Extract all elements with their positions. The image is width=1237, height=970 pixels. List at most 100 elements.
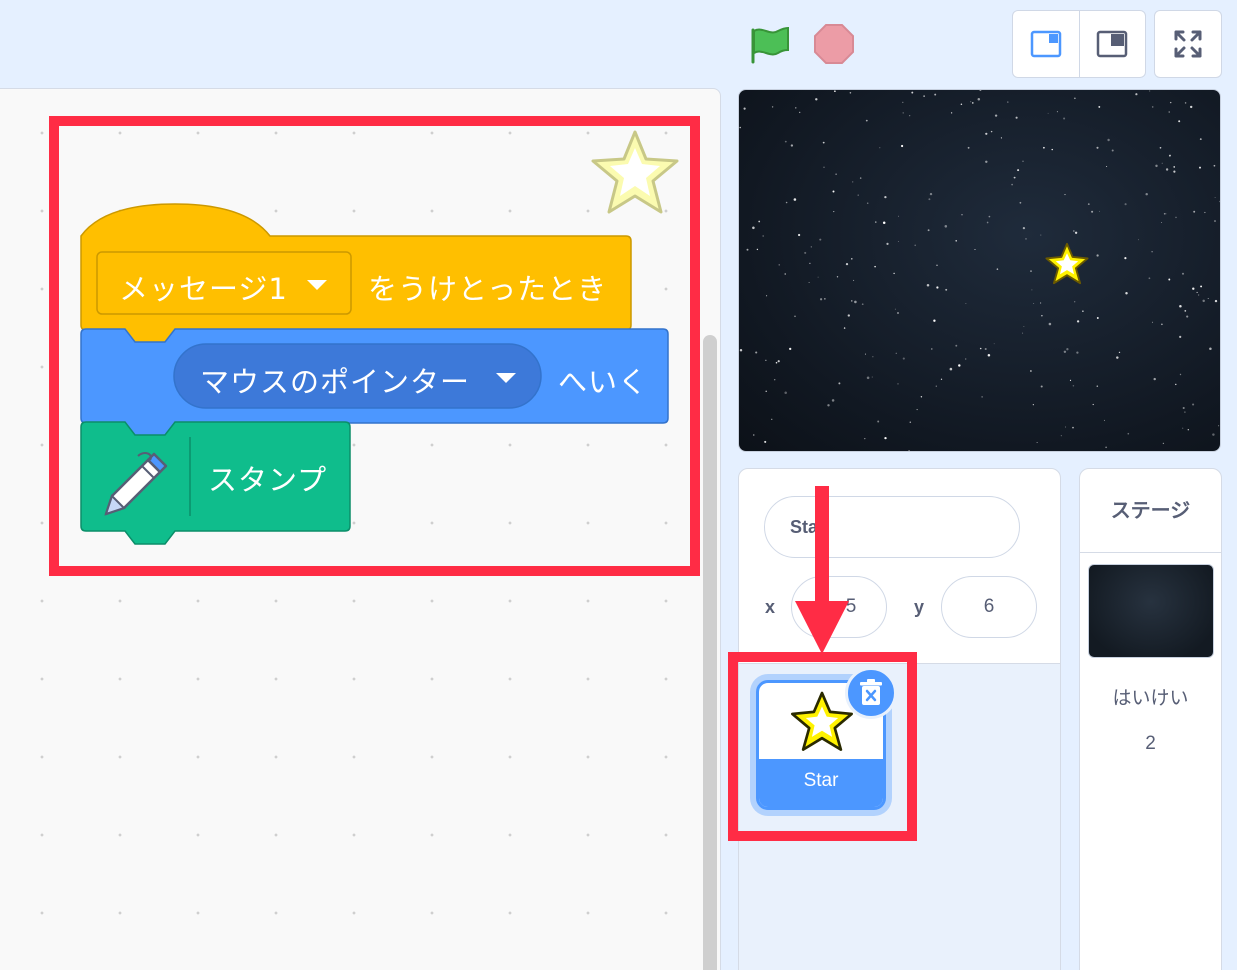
background-star bbox=[857, 194, 859, 196]
background-star bbox=[1173, 166, 1176, 168]
background-star bbox=[979, 347, 982, 350]
background-star bbox=[986, 221, 989, 224]
background-star bbox=[833, 211, 835, 213]
background-star bbox=[810, 246, 812, 248]
stage-star-sprite[interactable] bbox=[1044, 242, 1090, 286]
background-star bbox=[916, 409, 918, 411]
background-star bbox=[961, 214, 963, 216]
background-star bbox=[1184, 102, 1187, 104]
stop-button[interactable] bbox=[812, 22, 856, 66]
starfield-background bbox=[739, 90, 1220, 451]
background-star bbox=[778, 264, 780, 266]
y-position-input[interactable]: 6 bbox=[941, 576, 1037, 638]
background-star bbox=[974, 249, 976, 250]
stage-selector-pane[interactable]: ステージ はいけい 2 bbox=[1079, 468, 1222, 970]
background-star bbox=[1202, 299, 1205, 303]
background-star bbox=[808, 282, 810, 283]
background-star bbox=[1212, 433, 1215, 436]
background-star bbox=[1207, 297, 1209, 300]
background-star bbox=[777, 360, 780, 363]
background-star bbox=[1041, 315, 1043, 317]
background-star bbox=[1022, 332, 1024, 334]
background-star bbox=[940, 378, 943, 380]
background-star bbox=[789, 347, 792, 351]
background-star bbox=[1213, 164, 1216, 167]
background-star bbox=[1064, 194, 1066, 196]
background-star bbox=[797, 233, 801, 237]
background-star bbox=[785, 201, 788, 204]
background-star bbox=[1060, 435, 1062, 437]
background-star bbox=[762, 235, 764, 237]
code-area-scrollbar[interactable] bbox=[703, 335, 717, 970]
stage-backdrop-thumbnail[interactable] bbox=[1088, 564, 1214, 658]
stage-canvas[interactable] bbox=[738, 89, 1221, 452]
background-star bbox=[911, 91, 914, 94]
background-star bbox=[1175, 216, 1177, 219]
background-star bbox=[886, 242, 889, 246]
y-position-value: 6 bbox=[983, 596, 995, 617]
background-star bbox=[1111, 149, 1114, 152]
background-star bbox=[1204, 211, 1206, 214]
background-star bbox=[1165, 213, 1167, 215]
background-star bbox=[764, 440, 767, 443]
background-star bbox=[1096, 385, 1099, 387]
background-star bbox=[1209, 347, 1212, 351]
background-star bbox=[988, 215, 991, 218]
background-star bbox=[1124, 203, 1127, 206]
background-star bbox=[784, 391, 787, 394]
background-star bbox=[1015, 116, 1018, 119]
background-star bbox=[824, 298, 826, 300]
background-star bbox=[981, 396, 983, 398]
background-star bbox=[972, 102, 974, 104]
background-star bbox=[847, 314, 850, 317]
background-star bbox=[822, 141, 825, 144]
background-star bbox=[1030, 270, 1032, 272]
fullscreen-button[interactable] bbox=[1154, 10, 1222, 78]
background-star bbox=[866, 376, 870, 380]
background-star bbox=[1192, 403, 1195, 406]
background-star bbox=[832, 190, 835, 193]
background-star bbox=[1173, 170, 1176, 173]
background-star bbox=[1153, 377, 1156, 381]
background-star bbox=[1116, 356, 1119, 359]
stage-size-toggle bbox=[1012, 10, 1146, 78]
small-stage-button[interactable] bbox=[1013, 11, 1079, 77]
background-star bbox=[1181, 272, 1185, 275]
green-flag-button[interactable] bbox=[748, 22, 792, 66]
backdrop-count: 2 bbox=[1145, 733, 1156, 754]
background-star bbox=[955, 344, 958, 347]
background-star bbox=[1066, 348, 1069, 351]
background-star bbox=[1168, 111, 1170, 113]
background-star bbox=[987, 354, 991, 357]
background-star bbox=[1033, 303, 1035, 305]
background-star bbox=[874, 265, 876, 268]
background-star bbox=[1161, 323, 1163, 326]
y-label: y bbox=[914, 597, 925, 617]
background-star bbox=[1040, 385, 1043, 388]
large-stage-button[interactable] bbox=[1078, 11, 1146, 77]
background-star bbox=[1030, 370, 1032, 372]
background-star bbox=[1192, 287, 1195, 290]
background-star bbox=[920, 396, 923, 398]
background-star bbox=[765, 359, 767, 361]
background-star bbox=[893, 272, 895, 275]
stage-pane-header: ステージ bbox=[1080, 469, 1221, 553]
background-star bbox=[752, 226, 755, 230]
background-star bbox=[817, 276, 819, 278]
background-star bbox=[1074, 301, 1076, 303]
background-star bbox=[1056, 111, 1058, 113]
background-star bbox=[895, 352, 897, 354]
background-star bbox=[765, 390, 767, 393]
background-star bbox=[1163, 213, 1165, 215]
background-star bbox=[1218, 425, 1220, 427]
background-star bbox=[849, 92, 852, 94]
background-star bbox=[875, 221, 877, 223]
background-star bbox=[1032, 404, 1034, 406]
background-star bbox=[1178, 120, 1181, 123]
background-star bbox=[1096, 146, 1099, 149]
background-star bbox=[793, 198, 797, 201]
background-star bbox=[898, 215, 899, 217]
background-star bbox=[1151, 106, 1154, 108]
background-star bbox=[1051, 148, 1053, 151]
background-star bbox=[967, 146, 970, 149]
